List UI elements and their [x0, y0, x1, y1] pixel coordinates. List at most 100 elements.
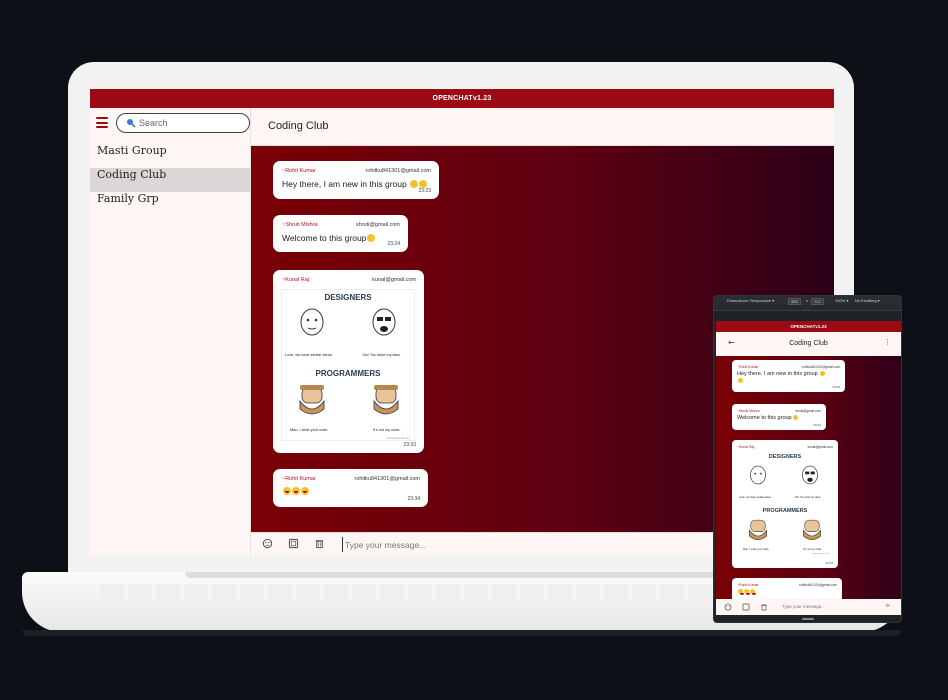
message-email: rohitku841301@gmail.com	[802, 365, 840, 369]
laptop-base-edge	[22, 630, 902, 636]
sidebar: Masti Group Coding Club Family Grp	[90, 108, 251, 555]
laughing-emoji-icon	[750, 589, 756, 595]
emoji-picker-icon[interactable]	[262, 538, 273, 549]
devtools-dimensions[interactable]: Dimensions: Responsive ▾	[727, 296, 774, 305]
message-bubble: ~Shruti Mishra shruti@gmail.com Welcome …	[732, 404, 826, 430]
laughing-emoji-icon	[301, 487, 309, 495]
smile-emoji-icon	[792, 415, 798, 420]
group-item-family[interactable]: Family Grp	[90, 192, 250, 216]
mobile-message-input[interactable]: Type your message...	[782, 604, 825, 609]
mobile-chat-title: Coding Club	[789, 340, 828, 347]
laughing-emoji-icon	[744, 589, 750, 595]
message-bubble: ~Kunal Raj kunal@gmail.com DESIGNERS Loo…	[732, 440, 838, 568]
message-email: kunal@gmail.com	[807, 445, 833, 449]
chad-face-icon	[299, 385, 325, 415]
chad-face-icon	[803, 519, 821, 540]
message-text: Hey there, I am new in this group	[282, 179, 428, 189]
group-item-coding-club[interactable]: Coding Club	[90, 168, 250, 192]
laughing-emoji-icon	[292, 487, 300, 495]
mobile-device-preview: Dimensions: Responsive ▾ 400 x 717 100% …	[713, 295, 902, 623]
search-input[interactable]	[139, 116, 239, 130]
attach-image-icon[interactable]	[288, 538, 299, 549]
delete-icon[interactable]	[314, 538, 325, 549]
delete-icon[interactable]	[760, 603, 768, 611]
message-text: Hey there, I am new in this group	[737, 371, 837, 385]
smile-emoji-icon	[367, 234, 376, 242]
meme-caption: No! You stole my idea.	[363, 353, 401, 357]
message-sender: ~Rohit Kumar	[282, 168, 316, 174]
message-sender: ~Kunal Raj	[737, 445, 755, 449]
emoji-picker-icon[interactable]	[724, 603, 732, 611]
mobile-app-screen: OPENCHATv1.23 ← Coding Club ⋮ ~Rohit Kum…	[716, 321, 901, 615]
message-bubble: ~Rohit Kumar rohitku841301@gmail.com 23:…	[273, 469, 428, 507]
laughing-emoji-icon	[283, 487, 291, 495]
message-sender: ~Rohit Kumar	[737, 583, 759, 587]
message-time: 23:24	[813, 423, 821, 427]
home-indicator	[802, 618, 814, 620]
mobile-chat-header: ← Coding Club ⋮	[716, 332, 901, 356]
app-title-bar: OPENCHATv1.23	[90, 89, 834, 108]
meme-caption: Man, I stole your code.	[290, 428, 329, 432]
message-sender: ~Rohit Kumar	[282, 476, 316, 482]
message-bubble: ~Rohit Kumar rohitku841301@gmail.com Hey…	[273, 161, 439, 199]
message-sender: ~Shruti Mishra	[282, 222, 318, 228]
angry-wojak-face-icon	[372, 308, 396, 336]
angry-wojak-face-icon	[802, 465, 818, 485]
message-email: shruti@gmail.com	[795, 409, 821, 413]
message-sender: ~Kunal Raj	[282, 277, 310, 283]
message-text: Welcome to this group	[737, 415, 798, 422]
attach-image-icon[interactable]	[742, 603, 750, 611]
hamburger-menu-icon[interactable]	[96, 117, 108, 129]
message-sender: ~Rohit Kumar	[737, 365, 759, 369]
mobile-app-title-bar: OPENCHATv1.23	[716, 321, 901, 332]
message-bubble: ~Rohit Kumar rohitku841301@gmail.com Hey…	[732, 360, 845, 392]
group-item-masti[interactable]: Masti Group	[90, 144, 250, 168]
message-time: 23:33	[825, 561, 833, 565]
group-list: Masti Group Coding Club Family Grp	[90, 144, 250, 216]
meme-heading-designers: DESIGNERS	[324, 293, 372, 302]
message-bubble: ~Shruti Mishra shruti@gmail.com Welcome …	[273, 215, 408, 252]
meme-heading-programmers: PROGRAMMERS	[315, 369, 381, 378]
meme-caption: No! You stole my idea.	[795, 496, 821, 499]
send-icon[interactable]: ⊳	[886, 603, 890, 609]
devtools-width-input[interactable]: 400	[788, 298, 801, 305]
message-text: Welcome to this group	[282, 233, 376, 243]
search-box[interactable]	[116, 113, 250, 133]
message-time: 23:23	[418, 188, 431, 194]
smile-emoji-icon	[820, 371, 826, 376]
mobile-message-list[interactable]: ~Rohit Kumar rohitku841301@gmail.com Hey…	[716, 356, 901, 599]
message-time: 23:24	[387, 241, 400, 247]
message-email: rohitku841301@gmail.com	[799, 583, 837, 587]
meme-heading-programmers: PROGRAMMERS	[762, 508, 808, 514]
meme-image[interactable]: DESIGNERS Look, we have similar ideas. N…	[281, 289, 415, 441]
message-email: shruti@gmail.com	[355, 222, 400, 228]
meme-image[interactable]: DESIGNERS Look, we have similar ideas. N…	[737, 452, 833, 558]
devtools-toolbar: Dimensions: Responsive ▾ 400 x 717 100% …	[714, 296, 901, 305]
message-email: rohitku841301@gmail.com	[354, 476, 420, 482]
chat-header: Coding Club	[251, 108, 834, 146]
devtools-height-input[interactable]: 717	[811, 298, 824, 305]
message-bubble: ~Rohit Kumar rohitku841301@gmail.com	[732, 578, 842, 599]
wojak-face-icon	[750, 465, 766, 485]
meme-watermark: bored panda.com	[386, 436, 410, 440]
devtools-throttle[interactable]: No throttling ▾	[855, 296, 880, 305]
message-input[interactable]	[342, 537, 642, 552]
devtools-zoom[interactable]: 100% ▾	[835, 296, 848, 305]
more-options-icon[interactable]: ⋮	[884, 338, 891, 346]
chad-face-icon	[373, 385, 399, 415]
message-time: 23:23	[832, 385, 840, 389]
laughing-emoji-icon	[738, 589, 744, 595]
meme-caption: Man, I stole your code.	[743, 548, 770, 551]
message-text	[737, 589, 756, 596]
smile-emoji-icon	[419, 180, 428, 188]
meme-caption: Look, we have similar ideas.	[285, 353, 333, 357]
chad-face-icon	[749, 519, 767, 540]
laptop-hinge	[185, 572, 725, 578]
message-email: rohitku841301@gmail.com	[365, 168, 431, 174]
message-sender: ~Shruti Mishra	[737, 409, 760, 413]
meme-caption: It's not my code.	[803, 548, 822, 551]
devtools-x: x	[806, 298, 808, 303]
message-bubble: ~Kunal Raj kunal@gmail.com DESIGNERS Loo…	[273, 270, 424, 453]
chat-title: Coding Club	[268, 120, 329, 132]
search-icon	[127, 119, 136, 128]
